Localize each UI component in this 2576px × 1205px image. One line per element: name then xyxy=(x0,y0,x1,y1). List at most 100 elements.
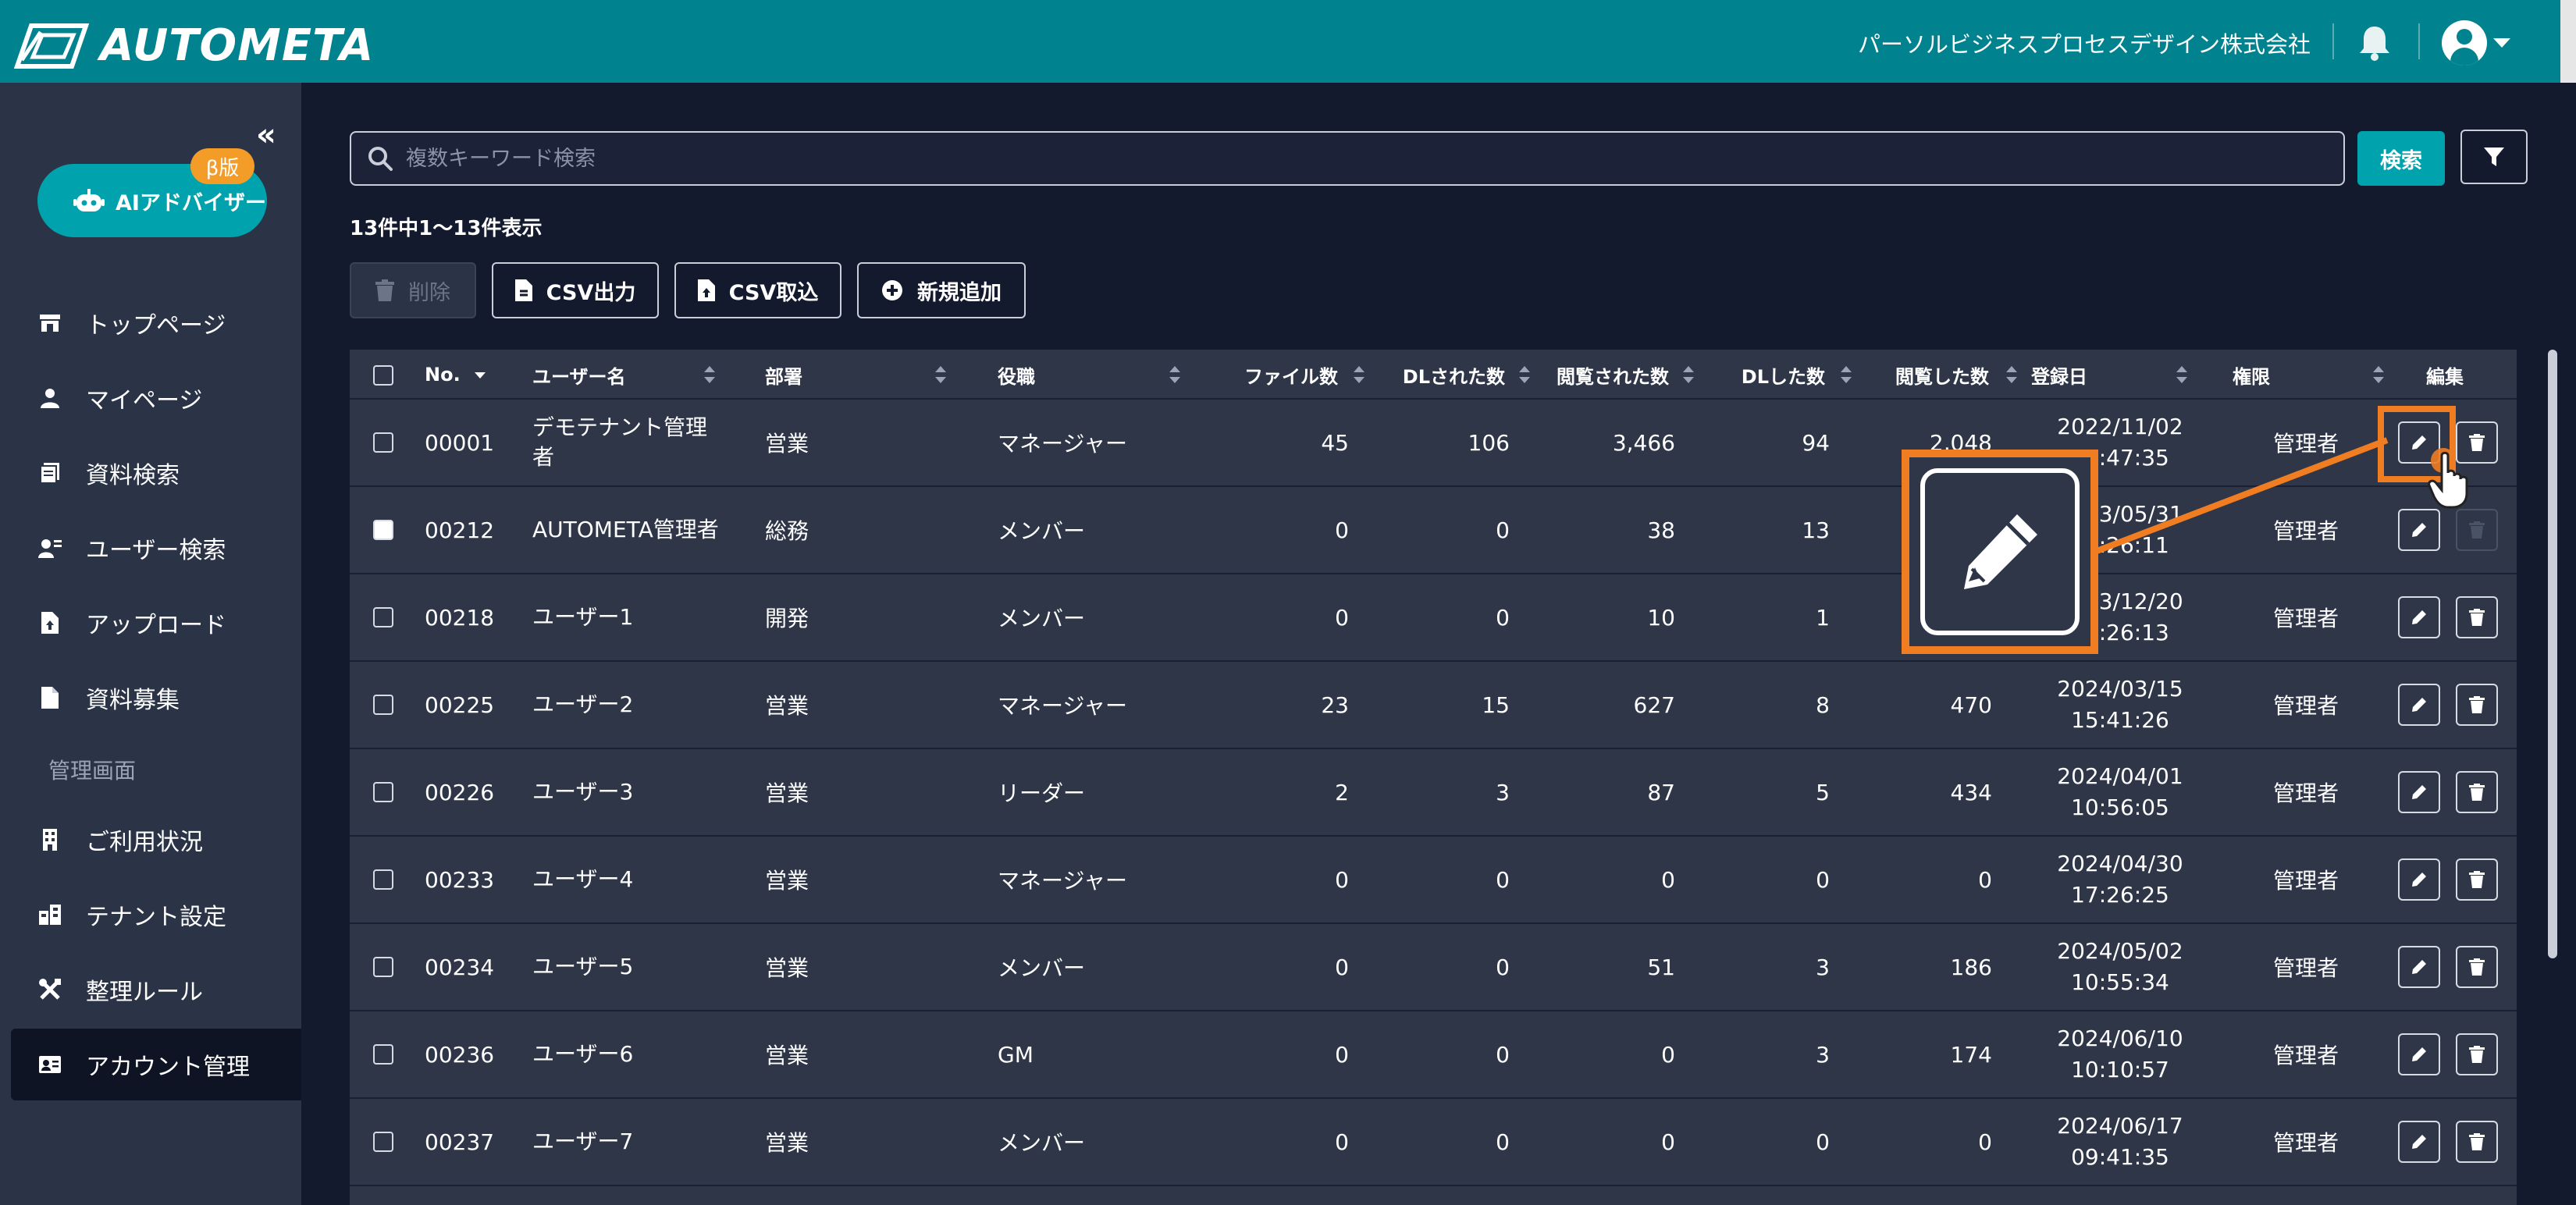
table-scrollbar[interactable] xyxy=(2548,350,2557,958)
table-row[interactable]: 00218 ユーザー1 開発 メンバー 0 0 10 1 2023/12/20 09:26:13 管… xyxy=(350,574,2517,662)
edit-button[interactable] xyxy=(2398,771,2440,813)
ai-advisor-label: AIアドバイザー xyxy=(116,190,266,215)
cell-view-count: 470 xyxy=(1950,691,1992,718)
table-row[interactable]: 00233 ユーザー4 営業 マネージャー 0 0 0 0 0 2024/04/30 17:26:2… xyxy=(350,837,2517,924)
column-label: 役職 xyxy=(998,365,1035,388)
robot-icon xyxy=(73,189,105,211)
delete-button[interactable]: 削除 xyxy=(350,262,476,318)
row-checkbox[interactable] xyxy=(373,607,393,627)
autometa-logo[interactable]: AUTOMETA xyxy=(14,20,374,71)
row-checkbox[interactable] xyxy=(373,1044,393,1065)
delete-row-button[interactable] xyxy=(2456,509,2498,551)
edit-button[interactable] xyxy=(2398,1033,2440,1075)
cell-dept: 営業 xyxy=(765,780,809,806)
table-row[interactable]: 00225 ユーザー2 営業 マネージャー 23 15 627 8 470 2024/03/15 1… xyxy=(350,662,2517,749)
csv-import-button[interactable]: CSV取込 xyxy=(674,262,841,318)
row-checkbox[interactable] xyxy=(373,957,393,977)
sidebar-item-my-page[interactable]: マイページ xyxy=(11,362,301,434)
table-row[interactable]: 00234 ユーザー5 営業 メンバー 0 0 51 3 186 2024/05/02 10:55:… xyxy=(350,924,2517,1011)
edit-button[interactable] xyxy=(2398,509,2440,551)
column-header-view-count[interactable]: 閲覧した数 xyxy=(1870,350,2023,400)
sidebar-item-document-search[interactable]: 資料検索 xyxy=(11,437,301,509)
cell-dept: 営業 xyxy=(765,693,809,719)
edit-button[interactable] xyxy=(2398,1121,2440,1163)
sidebar-item-user-search[interactable]: ユーザー検索 xyxy=(11,512,301,584)
edit-button[interactable] xyxy=(2398,596,2440,638)
sidebar-item-label: アカウント管理 xyxy=(86,1054,250,1081)
cell-files: 2 xyxy=(1335,779,1349,805)
sidebar-item-tenant-settings[interactable]: テナント設定 xyxy=(11,879,301,951)
filter-button[interactable] xyxy=(2460,130,2528,184)
column-header-files[interactable]: ファイル数 xyxy=(1229,350,1369,400)
column-header-registered[interactable]: 登録日 xyxy=(2031,350,2187,400)
delete-row-button[interactable] xyxy=(2456,1033,2498,1075)
collapse-sidebar-icon[interactable]: « xyxy=(256,117,276,153)
pencil-icon xyxy=(2412,1135,2426,1149)
edit-button[interactable] xyxy=(2398,946,2440,988)
table-header: No. ユーザー名 部署 役職 ファイル数 DLされた数 閲覧された数 DLした… xyxy=(350,350,2517,400)
cell-username: デモテナント管理者 xyxy=(532,414,708,470)
search-input[interactable] xyxy=(406,135,2343,182)
csv-export-button[interactable]: CSV出力 xyxy=(492,262,659,318)
edit-button[interactable] xyxy=(2398,858,2440,901)
trash-icon xyxy=(2469,871,2485,888)
delete-row-button[interactable] xyxy=(2456,771,2498,813)
tools-icon xyxy=(37,977,62,1002)
delete-row-button[interactable] xyxy=(2456,684,2498,726)
row-checkbox[interactable] xyxy=(373,1132,393,1152)
table-row[interactable]: 00226 ユーザー3 営業 リーダー 2 3 87 5 434 2024/04/01 10:56:… xyxy=(350,749,2517,837)
sidebar-item-account-management[interactable]: アカウント管理 xyxy=(11,1029,301,1100)
cell-permission: 管理者 xyxy=(2273,780,2339,806)
row-checkbox[interactable] xyxy=(373,432,393,453)
delete-row-button[interactable] xyxy=(2456,946,2498,988)
sidebar-item-usage[interactable]: ご利用状況 xyxy=(11,804,301,876)
column-header-role[interactable]: 役職 xyxy=(998,350,1185,400)
select-all-checkbox[interactable] xyxy=(373,365,393,386)
cell-files: 45 xyxy=(1321,429,1349,456)
edit-button[interactable] xyxy=(2398,684,2440,726)
cell-dl-count: 3 xyxy=(1816,1041,1830,1068)
delete-row-button[interactable] xyxy=(2456,596,2498,638)
logo-mark-icon xyxy=(14,23,89,69)
sort-icon xyxy=(2176,366,2187,383)
row-checkbox[interactable] xyxy=(373,520,393,540)
sort-icon xyxy=(2006,366,2017,383)
table-row[interactable]: 00237 ユーザー7 営業 メンバー 0 0 0 0 0 2024/06/17 09:41:35 管… xyxy=(350,1099,2517,1186)
row-checkbox[interactable] xyxy=(373,782,393,802)
row-checkbox[interactable] xyxy=(373,695,393,715)
sort-icon xyxy=(2373,366,2384,383)
cell-username: ユーザー3 xyxy=(532,779,634,805)
pencil-icon xyxy=(2412,1047,2426,1061)
cell-dl-count: 3 xyxy=(1816,954,1830,980)
csv-export-label: CSV出力 xyxy=(546,280,636,305)
sidebar-item-organize-rules[interactable]: 整理ルール xyxy=(11,954,301,1025)
column-label: No. xyxy=(425,364,461,386)
registered-time: 17:26:25 xyxy=(2071,882,2169,908)
row-checkbox[interactable] xyxy=(373,869,393,890)
id-card-icon xyxy=(37,1052,62,1077)
add-new-button[interactable]: 新規追加 xyxy=(857,262,1026,318)
sidebar-item-label: 整理ルール xyxy=(86,979,203,1006)
column-header-no[interactable]: No. xyxy=(425,350,486,400)
column-header-dl-count[interactable]: DLした数 xyxy=(1708,350,1856,400)
bell-icon[interactable] xyxy=(2357,23,2392,61)
column-header-viewed-by[interactable]: 閲覧された数 xyxy=(1549,350,1697,400)
user-menu[interactable] xyxy=(2442,20,2510,66)
registered-date: 2024/04/01 xyxy=(2057,763,2183,789)
cell-role: メンバー xyxy=(998,606,1086,631)
sidebar-item-top-page[interactable]: トップページ xyxy=(11,287,301,359)
search-button[interactable]: 検索 xyxy=(2357,131,2445,186)
column-header-dept[interactable]: 部署 xyxy=(765,350,952,400)
table-row[interactable]: 00236 ユーザー6 営業 GM 0 0 0 3 174 2024/06/10 10:10:57 管… xyxy=(350,1011,2517,1099)
column-label: 権限 xyxy=(2233,365,2270,388)
sidebar-item-document-request[interactable]: 資料募集 xyxy=(11,662,301,734)
column-header-downloaded[interactable]: DLされた数 xyxy=(1388,350,1536,400)
delete-row-button[interactable] xyxy=(2456,1121,2498,1163)
column-header-username[interactable]: ユーザー名 xyxy=(532,350,720,400)
window-scrollbar[interactable] xyxy=(2560,0,2576,83)
sidebar-item-upload[interactable]: アップロード xyxy=(11,587,301,659)
cell-downloaded: 0 xyxy=(1496,517,1510,543)
tenant-icon xyxy=(37,902,62,927)
delete-row-button[interactable] xyxy=(2456,858,2498,901)
column-header-permission[interactable]: 権限 xyxy=(2233,350,2389,400)
